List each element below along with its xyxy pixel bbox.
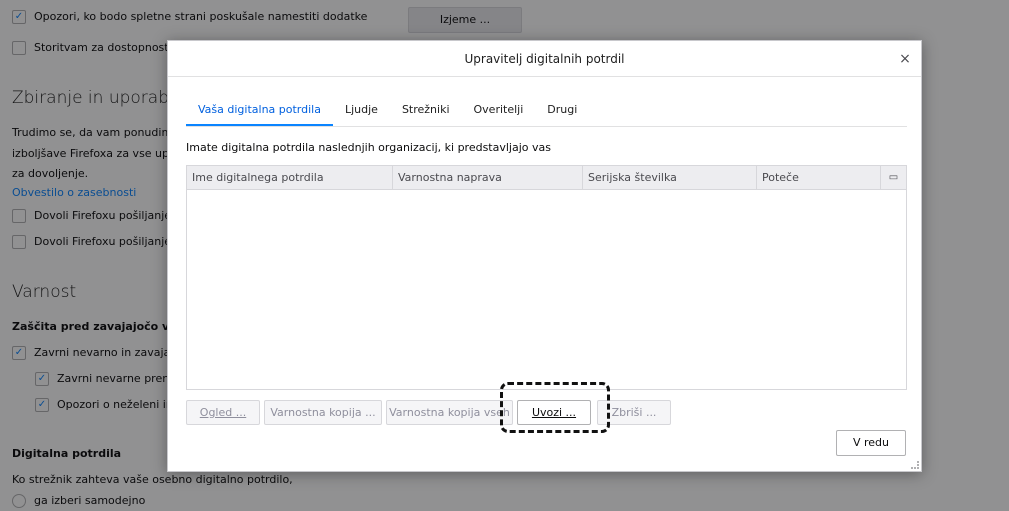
tab-people[interactable]: Ljudje	[333, 95, 390, 126]
dialog-title: Upravitelj digitalnih potrdil	[464, 52, 625, 66]
column-header-serial[interactable]: Serijska številka	[583, 166, 757, 189]
import-button-label: Uvozi ...	[531, 406, 577, 419]
column-picker-icon[interactable]: ▭	[881, 166, 906, 189]
tab-others[interactable]: Drugi	[535, 95, 589, 126]
close-icon[interactable]: ×	[897, 41, 913, 77]
column-header-name[interactable]: Ime digitalnega potrdila	[187, 166, 393, 189]
backup-all-button[interactable]: Varnostna kopija vseh	[386, 400, 513, 425]
ok-button[interactable]: V redu	[836, 430, 906, 456]
resize-grip-icon[interactable]	[911, 461, 919, 469]
tree-header: Ime digitalnega potrdila Varnostna napra…	[187, 166, 906, 190]
tab-your-certificates[interactable]: Vaša digitalna potrdila	[186, 95, 333, 126]
tab-authorities[interactable]: Overitelji	[462, 95, 536, 126]
certificates-description: Imate digitalna potrdila naslednjih orga…	[186, 141, 551, 154]
tab-bar: Vaša digitalna potrdila Ljudje Strežniki…	[186, 95, 907, 127]
column-header-device[interactable]: Varnostna naprava	[393, 166, 583, 189]
dialog-titlebar: Upravitelj digitalnih potrdil ×	[168, 41, 921, 77]
certificate-tree[interactable]: Ime digitalnega potrdila Varnostna napra…	[186, 165, 907, 390]
delete-button[interactable]: Zbriši ...	[597, 400, 671, 425]
backup-button[interactable]: Varnostna kopija ...	[264, 400, 382, 425]
view-button[interactable]: Ogled ...	[186, 400, 260, 425]
certificate-manager-dialog: Upravitelj digitalnih potrdil × Vaša dig…	[167, 40, 922, 472]
column-header-expires[interactable]: Poteče	[757, 166, 881, 189]
view-button-label: Ogled ...	[199, 406, 247, 419]
import-button[interactable]: Uvozi ...	[517, 400, 591, 425]
tab-servers[interactable]: Strežniki	[390, 95, 462, 126]
